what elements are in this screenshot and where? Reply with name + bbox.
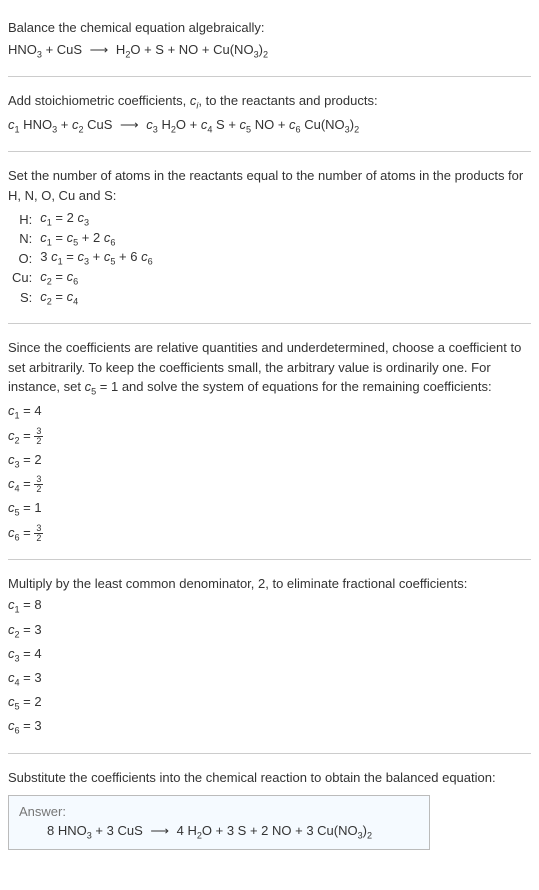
subst-section: Substitute the coefficients into the che…	[8, 758, 531, 860]
coef-line: c3 = 2	[8, 450, 531, 472]
divider	[8, 559, 531, 560]
choose-values: c1 = 4 c2 = 32 c3 = 2 c4 = 32 c5 = 1 c6 …	[8, 401, 531, 544]
fraction: 32	[34, 427, 43, 446]
coef-line: c3 = 4	[8, 644, 531, 666]
answer-equation: 8 HNO3 + 3 CuS ⟶ 4 H2O + 3 S + 2 NO + 3 …	[19, 823, 419, 841]
mult-values: c1 = 8 c2 = 3 c3 = 4 c4 = 3 c5 = 2 c6 = …	[8, 595, 531, 738]
stoich-text: Add stoichiometric coefficients, ci, to …	[8, 91, 531, 113]
atom-row-cu: Cu: c2 = c6	[8, 268, 157, 288]
eq-h2o: H2	[112, 42, 130, 57]
divider	[8, 151, 531, 152]
atom-label: H:	[8, 209, 36, 229]
intro-equation: HNO3 + CuS ⟶ H2O + S + NO + Cu(NO3)2	[8, 40, 531, 62]
atom-label: S:	[8, 288, 36, 308]
atoms-table: H: c1 = 2 c3 N: c1 = c5 + 2 c6 O: 3 c1 =…	[8, 209, 157, 307]
coef-line: c6 = 3	[8, 716, 531, 738]
arrow-icon: ⟶	[116, 115, 143, 135]
coef-line: c6 = 32	[8, 523, 531, 545]
fraction: 32	[34, 524, 43, 543]
eq-hno3: HNO3	[8, 42, 42, 57]
choose-section: Since the coefficients are relative quan…	[8, 328, 531, 555]
atom-eq: c1 = 2 c3	[36, 209, 156, 229]
coef-line: c1 = 4	[8, 401, 531, 423]
coef-line: c4 = 3	[8, 668, 531, 690]
stoich-section: Add stoichiometric coefficients, ci, to …	[8, 81, 531, 147]
atom-row-n: N: c1 = c5 + 2 c6	[8, 229, 157, 249]
atoms-intro: Set the number of atoms in the reactants…	[8, 166, 531, 205]
intro-text: Balance the chemical equation algebraica…	[8, 18, 531, 38]
arrow-icon: ⟶	[86, 40, 113, 60]
choose-text: Since the coefficients are relative quan…	[8, 338, 531, 399]
subst-text: Substitute the coefficients into the che…	[8, 768, 531, 788]
coef-line: c1 = 8	[8, 595, 531, 617]
atom-row-h: H: c1 = 2 c3	[8, 209, 157, 229]
coef-line: c2 = 3	[8, 620, 531, 642]
divider	[8, 753, 531, 754]
coef-line: c5 = 2	[8, 692, 531, 714]
arrow-icon: ⟶	[146, 823, 173, 839]
mult-text: Multiply by the least common denominator…	[8, 574, 531, 594]
eq-plus-cus: + CuS	[42, 42, 86, 57]
atom-label: O:	[8, 248, 36, 268]
atom-label: N:	[8, 229, 36, 249]
atom-eq: c2 = c6	[36, 268, 156, 288]
answer-box: Answer: 8 HNO3 + 3 CuS ⟶ 4 H2O + 3 S + 2…	[8, 795, 430, 850]
fraction: 32	[34, 475, 43, 494]
intro-section: Balance the chemical equation algebraica…	[8, 8, 531, 72]
atoms-section: Set the number of atoms in the reactants…	[8, 156, 531, 319]
coef-line: c4 = 32	[8, 474, 531, 496]
atom-eq: c2 = c4	[36, 288, 156, 308]
stoich-equation: c1 HNO3 + c2 CuS ⟶ c3 H2O + c4 S + c5 NO…	[8, 115, 531, 137]
atom-eq: 3 c1 = c3 + c5 + 6 c6	[36, 248, 156, 268]
atom-row-s: S: c2 = c4	[8, 288, 157, 308]
mult-section: Multiply by the least common denominator…	[8, 564, 531, 749]
divider	[8, 323, 531, 324]
coef-line: c5 = 1	[8, 498, 531, 520]
answer-title: Answer:	[19, 804, 419, 819]
eq-rest: O + S + NO + Cu(NO3)2	[130, 42, 268, 57]
coef-line: c2 = 32	[8, 426, 531, 448]
atom-label: Cu:	[8, 268, 36, 288]
atom-eq: c1 = c5 + 2 c6	[36, 229, 156, 249]
divider	[8, 76, 531, 77]
atom-row-o: O: 3 c1 = c3 + c5 + 6 c6	[8, 248, 157, 268]
